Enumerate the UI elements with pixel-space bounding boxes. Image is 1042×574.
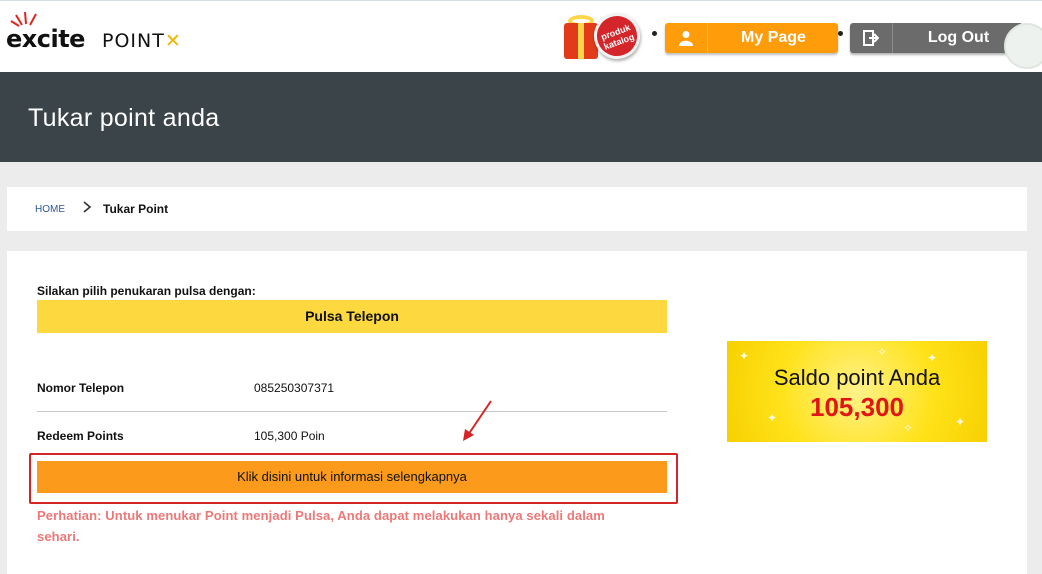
sparkle-icon: ✧ — [877, 345, 888, 359]
point-balance-label: Saldo point Anda — [773, 365, 941, 390]
more-info-button[interactable]: Klik disini untuk informasi selengkapnya — [37, 461, 667, 493]
logo-excite-text: excite — [6, 25, 85, 53]
phone-number-value: 085250307371 — [254, 381, 335, 395]
point-balance-card: ✦ ✦ ✦ ✦ ✧ ✧ Saldo point Anda 105,300 — [727, 341, 987, 442]
my-page-label: My Page — [741, 29, 806, 46]
corner-badge-icon — [1004, 23, 1042, 69]
annotation-arrow-icon — [463, 400, 492, 441]
top-header: excite POINT✕ produk katalog My Page Log… — [0, 0, 1042, 72]
page-title: Tukar point anda — [28, 104, 220, 132]
separator-dot — [652, 31, 657, 36]
sparkle-icon: ✦ — [739, 349, 750, 363]
gift-ribbon — [578, 23, 584, 59]
row-divider — [37, 411, 667, 412]
user-icon — [665, 23, 708, 53]
breadcrumb-home-link[interactable]: HOME — [35, 204, 65, 215]
breadcrumb: HOME Tukar Point — [7, 187, 1027, 231]
breadcrumb-current: Tukar Point — [103, 202, 169, 216]
pulsa-telepon-option[interactable]: Pulsa Telepon — [37, 300, 667, 333]
log-out-button[interactable]: Log Out — [850, 23, 1023, 53]
redeem-points-value: 105,300 Poin — [254, 429, 325, 443]
phone-number-label: Nomor Telepon — [37, 381, 125, 395]
redeem-points-label: Redeem Points — [37, 429, 124, 443]
logo-point-text: POINT✕ — [102, 30, 182, 52]
logout-icon — [850, 23, 893, 53]
page-banner: Tukar point anda — [0, 72, 1042, 162]
sparkle-icon: ✦ — [927, 351, 938, 365]
product-catalog-button[interactable]: produk katalog — [560, 6, 647, 67]
redeem-intro-text: Silakan pilih penukaran pulsa dengan: — [37, 284, 256, 298]
chevron-right-icon — [83, 201, 92, 213]
point-balance-value: 105,300 — [810, 392, 904, 422]
separator-dot — [838, 31, 843, 36]
redeem-panel: Silakan pilih penukaran pulsa dengan: Pu… — [7, 251, 1027, 574]
my-page-button[interactable]: My Page — [665, 23, 838, 53]
site-logo[interactable]: excite POINT✕ — [6, 11, 206, 55]
daily-limit-notice: Perhatian: Untuk menukar Point menjadi P… — [37, 508, 605, 544]
sparkle-icon: ✧ — [903, 421, 914, 435]
